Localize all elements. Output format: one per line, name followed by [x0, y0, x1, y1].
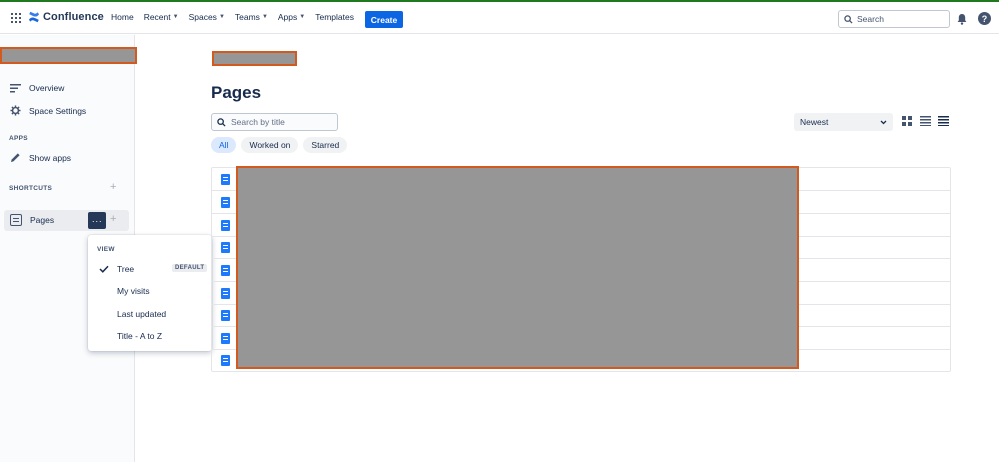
- app-name: Confluence: [43, 11, 104, 23]
- page-icon: [221, 220, 230, 231]
- nav-recent-label: Recent: [143, 12, 171, 22]
- sidebar-item-show-apps[interactable]: Show apps: [10, 152, 71, 163]
- view-dropdown-menu: VIEW Tree DEFAULT My visits Last updated…: [88, 235, 212, 351]
- overview-icon: [10, 83, 21, 92]
- filter-all[interactable]: All: [211, 137, 237, 153]
- grid-view-icon[interactable]: [902, 116, 913, 126]
- page-icon: [221, 333, 230, 344]
- search-icon: [217, 117, 226, 127]
- view-heading: VIEW: [97, 246, 115, 253]
- title-search-placeholder: Search by title: [231, 117, 285, 127]
- chevron-down-icon: [880, 120, 887, 124]
- notifications-bell-icon[interactable]: [956, 13, 968, 25]
- filter-worked-on[interactable]: Worked on: [241, 137, 299, 153]
- page-icon: [221, 355, 230, 366]
- confluence-logo-icon: [29, 11, 39, 23]
- nav-teams[interactable]: Teams ▼: [235, 12, 268, 22]
- redacted-breadcrumb: [212, 51, 297, 66]
- sidebar-item-label: Space Settings: [29, 105, 87, 116]
- page-icon: [221, 242, 230, 253]
- nav-teams-label: Teams: [234, 12, 260, 22]
- nav-spaces-label: Spaces: [188, 12, 217, 22]
- nav-home[interactable]: Home: [111, 12, 134, 22]
- menu-item-last-updated[interactable]: Last updated: [117, 309, 166, 319]
- nav-templates[interactable]: Templates: [315, 12, 354, 22]
- filter-starred[interactable]: Starred: [303, 137, 348, 153]
- sort-select[interactable]: Newest: [794, 113, 893, 131]
- top-navigation: Confluence Home Recent ▼ Spaces ▼ Teams ▼ A…: [0, 2, 999, 34]
- nav-items: Home Recent ▼ Spaces ▼ Teams ▼ Apps ▼ Templa…: [111, 12, 364, 22]
- redacted-space-name: [0, 47, 137, 64]
- page-icon: [221, 310, 230, 321]
- add-page-icon[interactable]: +: [110, 213, 116, 225]
- chevron-down-icon: ▼: [172, 14, 179, 20]
- page-icon: [221, 174, 230, 185]
- apps-heading: APPS: [9, 135, 28, 142]
- nav-home-label: Home: [111, 12, 134, 22]
- default-badge: DEFAULT: [172, 264, 208, 272]
- pages-icon: [10, 214, 22, 226]
- menu-item-tree[interactable]: Tree: [117, 264, 134, 274]
- nav-recent[interactable]: Recent ▼: [144, 12, 179, 22]
- page-icon: [221, 288, 230, 299]
- menu-item-title-a-to-z[interactable]: Title - A to Z: [117, 331, 162, 341]
- search-icon: [844, 14, 853, 24]
- chevron-down-icon: ▼: [261, 14, 268, 20]
- sidebar-item-label: Show apps: [29, 152, 72, 163]
- add-shortcut-icon[interactable]: +: [110, 181, 116, 193]
- sidebar-item-label: Pages: [30, 215, 55, 225]
- chevron-down-icon: ▼: [218, 14, 225, 20]
- view-toggle-group: [902, 116, 949, 126]
- nav-templates-label: Templates: [315, 12, 354, 22]
- sidebar-item-label: Overview: [29, 83, 65, 93]
- menu-item-my-visits[interactable]: My visits: [117, 286, 150, 296]
- redacted-page-titles: [236, 166, 799, 369]
- list-view-icon[interactable]: [920, 116, 931, 126]
- nav-spaces[interactable]: Spaces ▼: [189, 12, 225, 22]
- check-icon: [99, 265, 109, 273]
- pencil-icon: [11, 153, 20, 162]
- gear-icon: [10, 105, 21, 116]
- page-title: Pages: [211, 83, 262, 102]
- create-button[interactable]: Create: [365, 11, 403, 28]
- app-switcher-icon[interactable]: [11, 13, 21, 23]
- sidebar-item-overview[interactable]: Overview: [10, 83, 64, 93]
- confluence-logo[interactable]: Confluence: [28, 11, 104, 23]
- sidebar-item-space-settings[interactable]: Space Settings: [10, 105, 86, 116]
- page-icon: [221, 197, 230, 208]
- filter-chips: All Worked on Starred: [211, 137, 348, 153]
- sort-select-value: Newest: [800, 117, 829, 127]
- nav-apps-label: Apps: [277, 12, 298, 22]
- shortcuts-heading: SHORTCUTS: [9, 185, 53, 192]
- more-actions-button[interactable]: ···: [88, 212, 106, 229]
- compact-list-view-icon[interactable]: [938, 116, 949, 126]
- chevron-down-icon: ▼: [299, 14, 306, 20]
- help-icon[interactable]: ?: [978, 12, 991, 25]
- search-placeholder: Search: [857, 14, 884, 24]
- sidebar-item-pages[interactable]: Pages ··· +: [4, 210, 129, 231]
- page-icon: [221, 265, 230, 276]
- nav-apps[interactable]: Apps ▼: [278, 12, 305, 22]
- global-search-input[interactable]: Search: [838, 10, 950, 28]
- title-search-input[interactable]: Search by title: [211, 113, 338, 131]
